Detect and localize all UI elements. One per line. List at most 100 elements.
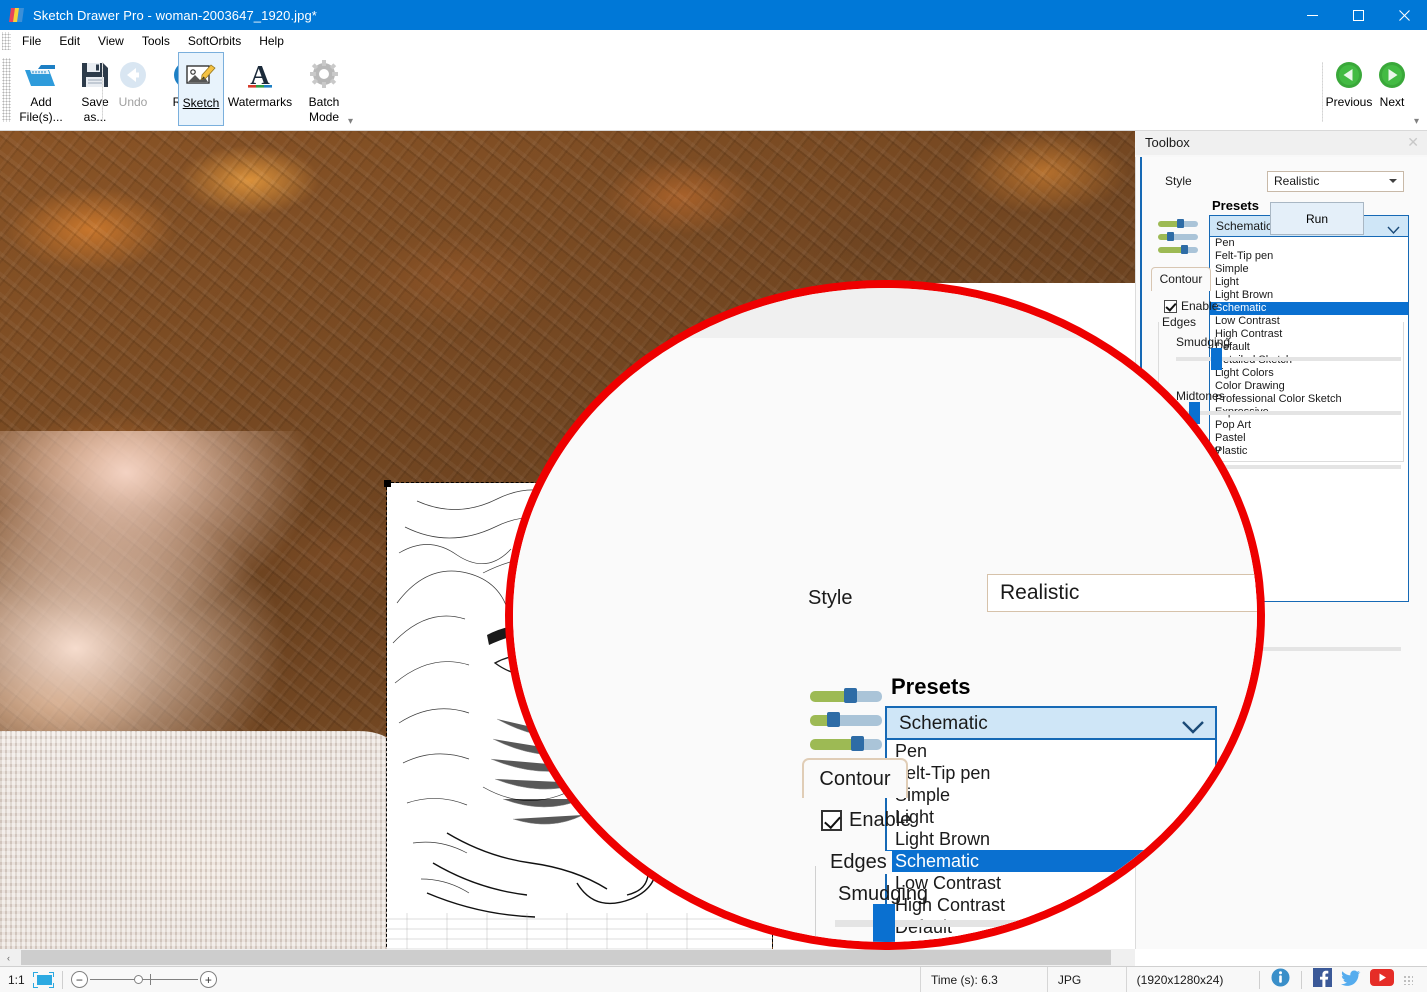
preset-option[interactable]: Light Brown — [887, 828, 1215, 850]
chevron-down-icon — [1389, 179, 1397, 183]
status-dimensions-field: (1920x1280x24) — [1126, 967, 1257, 992]
magnified-style-dropdown[interactable]: Realistic — [987, 574, 1265, 612]
undo-label: Undo — [119, 96, 148, 109]
magnifier-lens: lbox Style Realistic P — [505, 280, 1265, 950]
status-time-field: Time (s): 6.3 — [920, 967, 1047, 992]
scroll-left-arrow-icon[interactable]: ‹ — [0, 949, 17, 966]
title-bar: Sketch Drawer Pro - woman-2003647_1920.j… — [0, 0, 1427, 30]
presets-label: Presets — [1212, 198, 1259, 213]
toolbar: Add File(s)... Save as — [0, 52, 1427, 131]
scrollbar-track[interactable] — [17, 949, 1135, 966]
toolbar-effects-group: Sketch A Watermarks — [178, 52, 352, 131]
magnified-toolbox-title: lbox — [585, 298, 635, 329]
magnified-style-label: Style — [808, 587, 852, 610]
checkbox-checked-icon — [821, 810, 842, 831]
status-social-icons — [1257, 968, 1427, 992]
fit-to-screen-icon[interactable] — [33, 972, 54, 988]
menu-item-softorbits[interactable]: SoftOrbits — [179, 32, 250, 50]
preset-option[interactable]: Simple — [887, 784, 1215, 806]
batch-mode-label-1: Batch — [309, 96, 340, 109]
toolbar-separator-2 — [1322, 62, 1323, 122]
facebook-icon[interactable] — [1313, 968, 1332, 992]
style-dropdown-value: Realistic — [1274, 174, 1319, 188]
zoom-slider-knob[interactable] — [134, 975, 143, 984]
green-left-arrow-icon — [1334, 56, 1364, 94]
next-label: Next — [1380, 96, 1405, 109]
style-dropdown[interactable]: Realistic — [1267, 171, 1404, 192]
close-button[interactable] — [1381, 0, 1427, 30]
magnified-presets-label: Presets — [891, 674, 971, 700]
toolbar-grip-handle[interactable] — [2, 58, 11, 122]
save-as-label-1: Save — [81, 96, 108, 109]
next-button[interactable]: Next — [1372, 52, 1412, 126]
magnified-smudging-label: Smudging — [838, 883, 928, 906]
toolbar-navigation-group: Previous Next ▾ — [1326, 52, 1412, 131]
magnified-smudging-track[interactable] — [835, 920, 1235, 927]
menu-item-tools[interactable]: Tools — [133, 32, 179, 50]
status-bar: 1:1 − + Time (s): 6.3 JPG (1920x1280x24) — [0, 966, 1427, 992]
maximize-button[interactable] — [1335, 0, 1381, 30]
menu-item-file[interactable]: File — [13, 32, 50, 50]
undo-button[interactable]: Undo — [106, 52, 160, 126]
scrollbar-thumb[interactable] — [21, 950, 1111, 965]
sketch-button[interactable]: Sketch — [178, 52, 224, 126]
menu-grip-handle[interactable] — [2, 32, 11, 50]
minimize-button[interactable] — [1289, 0, 1335, 30]
preset-option[interactable]: Pen — [887, 740, 1215, 762]
style-row: Style Realistic — [1136, 171, 1427, 193]
add-files-label-2: File(s)... — [19, 111, 62, 124]
arrow-left-circle-icon — [118, 56, 148, 94]
canvas-horizontal-scrollbar[interactable]: ‹ — [0, 949, 1135, 966]
picture-pencil-icon — [185, 57, 217, 95]
palette-icon — [9, 7, 25, 23]
previous-button[interactable]: Previous — [1326, 52, 1372, 126]
toolbar-separator-1 — [102, 62, 103, 122]
presets-sliders-icon — [1158, 220, 1198, 256]
menu-item-help[interactable]: Help — [250, 32, 293, 50]
window-title: Sketch Drawer Pro - woman-2003647_1920.j… — [33, 8, 317, 23]
zoom-slider-tick — [150, 974, 151, 985]
window-controls — [1289, 0, 1427, 30]
toolbox-close-icon[interactable]: ✕ — [1407, 134, 1419, 151]
preset-option[interactable]: Felt-Tip pen — [887, 762, 1215, 784]
status-separator-1 — [62, 971, 63, 989]
preset-option[interactable]: Light — [887, 806, 1215, 828]
background-photo-sweater — [0, 731, 420, 949]
magnified-tab-contour[interactable]: Contour — [802, 758, 908, 798]
resize-grip-icon[interactable] — [1403, 975, 1413, 985]
magnified-smudging-thumb[interactable] — [873, 904, 895, 944]
batch-mode-button[interactable]: Batch Mode — [296, 52, 352, 126]
magnified-enable-checkbox[interactable]: Enable — [821, 809, 911, 832]
magnified-presets-sliders-icon — [810, 690, 882, 752]
info-icon[interactable] — [1271, 968, 1290, 992]
magnifier-content: lbox Style Realistic P — [505, 280, 1265, 950]
zoom-slider-track[interactable] — [90, 979, 198, 980]
add-files-button[interactable]: Add File(s)... — [14, 52, 68, 126]
preset-option[interactable]: Pen — [1210, 237, 1408, 250]
menu-item-view[interactable]: View — [89, 32, 133, 50]
youtube-icon[interactable] — [1370, 969, 1394, 991]
style-label: Style — [1165, 174, 1192, 188]
watermarks-button[interactable]: A Watermarks — [224, 52, 296, 126]
watermarks-label: Watermarks — [228, 96, 292, 109]
menu-bar: File Edit View Tools SoftOrbits Help — [0, 30, 1427, 52]
preset-option[interactable]: Felt-Tip pen — [1210, 250, 1408, 263]
magnified-presets-dropdown[interactable]: Schematic — [885, 706, 1217, 740]
batch-mode-label-2: Mode — [309, 111, 339, 124]
application-window: Sketch Drawer Pro - woman-2003647_1920.j… — [0, 0, 1427, 992]
gear-icon — [308, 56, 340, 94]
zoom-out-button[interactable]: − — [71, 971, 88, 988]
toolbox-title: Toolbox — [1135, 131, 1427, 155]
preset-option[interactable]: Simple — [1210, 263, 1408, 276]
run-button[interactable]: Run — [1270, 202, 1364, 235]
twitter-icon[interactable] — [1341, 968, 1361, 992]
sketch-label: Sketch — [183, 97, 220, 110]
zoom-in-button[interactable]: + — [200, 971, 217, 988]
zoom-slider-control[interactable]: − + — [71, 971, 217, 988]
letter-a-icon: A — [243, 56, 277, 94]
magnified-presets-value: Schematic — [899, 713, 988, 734]
status-separator-2 — [1259, 971, 1260, 989]
open-folder-icon — [24, 56, 58, 94]
zoom-ratio-label: 1:1 — [8, 973, 25, 987]
menu-item-edit[interactable]: Edit — [50, 32, 89, 50]
